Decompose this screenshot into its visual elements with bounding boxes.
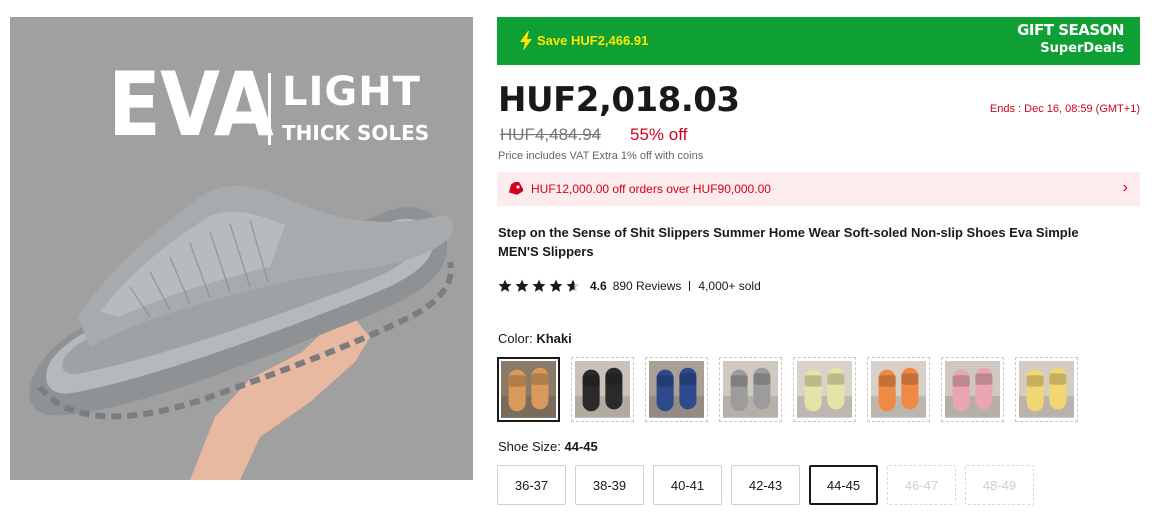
size-label-prefix: Shoe Size: (498, 439, 561, 454)
coupon-tag-icon (508, 182, 523, 195)
color-swatch[interactable] (571, 357, 634, 422)
slipper-pair-icon (945, 367, 1000, 417)
swatch-thumbnail (575, 361, 630, 418)
swatch-thumbnail (945, 361, 1000, 418)
rating-separator (689, 281, 691, 291)
save-amount: Save HUF2,466.91 (537, 33, 649, 48)
chevron-right-icon: › (1122, 179, 1128, 196)
size-option-42-43[interactable]: 42-43 (731, 465, 800, 505)
size-options: 36-37 38-39 40-41 42-43 44-45 46-47 48-49 (497, 465, 1034, 505)
slipper-pair-icon (649, 367, 704, 417)
product-title: Step on the Sense of Shit Slippers Summe… (498, 225, 1079, 259)
swatch-thumbnail (723, 361, 778, 418)
color-swatch[interactable] (719, 357, 782, 422)
slipper-pair-icon (871, 367, 926, 417)
slipper-pair-icon (575, 367, 630, 417)
coupon-bar[interactable]: HUF12,000.00 off orders over HUF90,000.0… (497, 172, 1140, 206)
swatch-thumbnail (1019, 361, 1074, 418)
superdeals-banner: Save HUF2,466.91 GIFT SEASON SuperDeals (497, 17, 1140, 65)
hero-eva-text: EVA (108, 53, 274, 156)
star-icon (532, 279, 546, 292)
color-swatch[interactable] (941, 357, 1004, 422)
rating-score: 4.6 (590, 279, 607, 293)
color-swatch[interactable] (793, 357, 856, 422)
vat-note: Price includes VAT Extra 1% off with coi… (498, 150, 704, 162)
deal-end-time: Ends : Dec 16, 08:59 (GMT+1) (989, 103, 1140, 115)
size-option-38-39[interactable]: 38-39 (575, 465, 644, 505)
slipper-pair-icon (797, 367, 852, 417)
color-swatches (497, 357, 1078, 422)
swatch-thumbnail (649, 361, 704, 418)
color-selected-value: Khaki (536, 331, 572, 346)
size-selected-value: 44-45 (564, 439, 598, 454)
color-swatch[interactable] (867, 357, 930, 422)
color-swatch[interactable] (497, 357, 560, 422)
size-option-48-49: 48-49 (965, 465, 1034, 505)
size-option-36-37[interactable]: 36-37 (497, 465, 566, 505)
slipper-pair-icon (501, 367, 556, 417)
swatch-thumbnail (797, 361, 852, 418)
product-main-image[interactable]: EVA LIGHT THICK SOLES (10, 17, 473, 480)
color-swatch[interactable] (645, 357, 708, 422)
sold-count: 4,000+ sold (698, 279, 761, 293)
color-swatch[interactable] (1015, 357, 1078, 422)
hero-divider (268, 73, 271, 145)
current-price: HUF2,018.03 (498, 80, 740, 120)
reviews-link[interactable]: 890 Reviews (613, 279, 682, 293)
gift-season-logo: GIFT SEASON (1017, 21, 1124, 39)
lightning-icon (520, 31, 532, 51)
slipper-pair-icon (1019, 367, 1074, 417)
coupon-text: HUF12,000.00 off orders over HUF90,000.0… (531, 182, 771, 196)
star-icon (515, 279, 529, 292)
size-option-46-47: 46-47 (887, 465, 956, 505)
rating-stars (498, 279, 580, 293)
star-icon (549, 279, 563, 292)
size-option-40-41[interactable]: 40-41 (653, 465, 722, 505)
color-label: Color: Khaki (498, 331, 572, 346)
hero-thick-soles-text: THICK SOLES (282, 121, 430, 145)
superdeals-logo: SuperDeals (1040, 41, 1124, 56)
swatch-thumbnail (501, 361, 556, 418)
rating-row: 4.6 890 Reviews 4,000+ sold (498, 278, 761, 294)
original-price: HUF4,484.94 (500, 125, 602, 144)
star-icon (566, 279, 580, 292)
slipper-pair-icon (723, 367, 778, 417)
size-option-44-45[interactable]: 44-45 (809, 465, 878, 505)
discount-percent: 55% off (630, 125, 688, 144)
color-label-prefix: Color: (498, 331, 533, 346)
hero-light-text: LIGHT (282, 69, 421, 115)
size-label: Shoe Size: 44-45 (498, 439, 598, 454)
swatch-thumbnail (871, 361, 926, 418)
star-icon (498, 279, 512, 292)
